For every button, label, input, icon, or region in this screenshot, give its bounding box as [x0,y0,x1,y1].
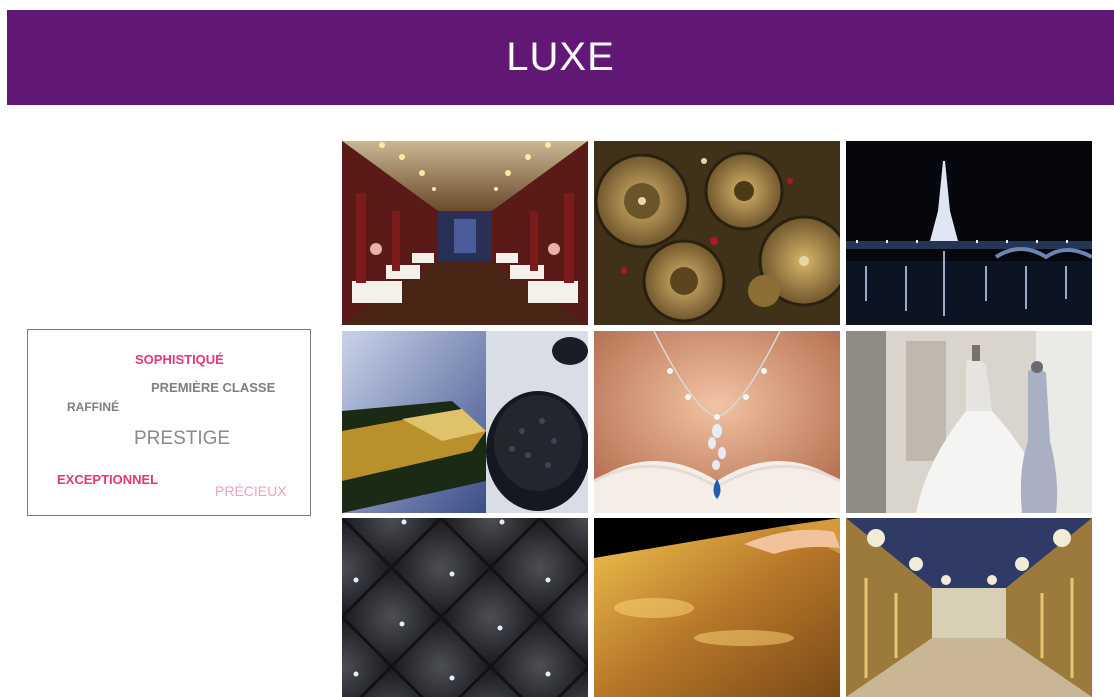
photo-hall-of-mirrors [846,518,1092,697]
photo-watch-movement-gears [594,141,840,325]
word-cloud-box: SOPHISTIQUÉ PREMIÈRE CLASSE RAFFINÉ PRES… [27,329,311,516]
photo-pearl-necklace [594,331,840,513]
photo-gold-leaf [594,518,840,697]
photo-eiffel-tower-night [846,141,1092,325]
word-premiere-classe: PREMIÈRE CLASSE [151,380,276,395]
word-exceptionnel: EXCEPTIONNEL [57,472,159,487]
word-precieux: PRÉCIEUX [215,483,287,499]
photo-luxury-train-dining-car [342,141,588,325]
title-banner: LUXE [7,10,1114,105]
page-title: LUXE [506,35,615,79]
word-prestige: PRESTIGE [134,428,231,449]
photo-tufted-leather [342,518,588,697]
word-raffine: RAFFINÉ [67,400,119,414]
photo-wedding-dresses [846,331,1092,513]
photo-champagne-and-caviar [342,331,588,513]
word-sophistique: SOPHISTIQUÉ [135,352,224,367]
